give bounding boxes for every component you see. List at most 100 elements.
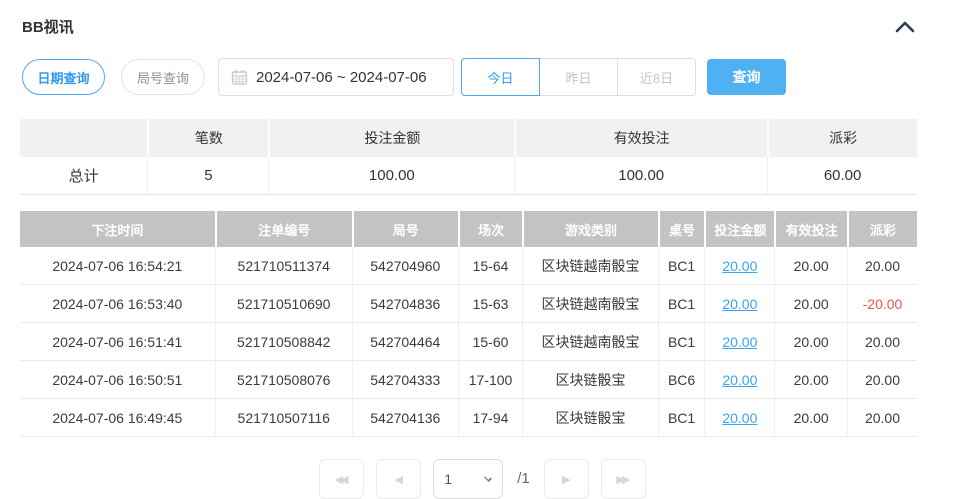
col-bet-id: 注单编号 xyxy=(215,211,352,247)
quick-range-last8days[interactable]: 近8日 xyxy=(617,58,696,96)
cell-bet-amount: 20.00 xyxy=(704,361,774,399)
filter-bar: 日期查询 局号查询 2024-07-06 ~ 2024-07-06 今日 xyxy=(0,58,965,96)
summary-total-label: 总计 xyxy=(20,157,147,195)
first-page-button[interactable]: ◀◀ xyxy=(319,459,364,499)
detail-header-row: 下注时间 注单编号 局号 场次 游戏类别 桌号 投注金额 有效投注 派彩 xyxy=(20,211,917,247)
prev-page-button[interactable]: ◀ xyxy=(376,459,421,499)
col-table-no: 桌号 xyxy=(658,211,705,247)
collapse-button[interactable] xyxy=(893,18,917,36)
next-page-icon: ▶ xyxy=(562,473,567,486)
pagination: ◀◀ ◀ 1 /1 ▶ ▶▶ xyxy=(0,459,965,499)
page-select[interactable]: 1 xyxy=(434,460,502,498)
quick-range-group: 今日 昨日 近8日 xyxy=(461,58,696,96)
cell-payout: 20.00 xyxy=(847,247,917,285)
cell-table-no: BC6 xyxy=(658,361,705,399)
summary-header-count: 笔数 xyxy=(147,119,268,157)
tab-round-query[interactable]: 局号查询 xyxy=(121,59,205,95)
cell-bet-id: 521710508842 xyxy=(215,323,352,361)
col-bet-time: 下注时间 xyxy=(20,211,215,247)
col-game-type: 游戏类别 xyxy=(522,211,657,247)
col-valid-bet: 有效投注 xyxy=(774,211,847,247)
calendar-icon xyxy=(231,69,248,86)
cell-payout: -20.00 xyxy=(847,285,917,323)
prev-page-icon: ◀ xyxy=(395,473,400,486)
last-page-button[interactable]: ▶▶ xyxy=(601,459,646,499)
panel-title: BB视讯 xyxy=(22,16,74,37)
table-row: 2024-07-06 16:54:21 521710511374 5427049… xyxy=(20,247,917,285)
bet-amount-link[interactable]: 20.00 xyxy=(722,410,757,426)
date-range-value: 2024-07-06 ~ 2024-07-06 xyxy=(256,69,427,86)
bet-amount-link[interactable]: 20.00 xyxy=(722,372,757,388)
summary-total-payout: 60.00 xyxy=(767,157,917,195)
col-session: 场次 xyxy=(458,211,523,247)
bet-amount-link[interactable]: 20.00 xyxy=(722,258,757,274)
summary-header-valid-bet: 有效投注 xyxy=(514,119,767,157)
cell-bet-id: 521710511374 xyxy=(215,247,352,285)
bet-amount-link[interactable]: 20.00 xyxy=(722,296,757,312)
tab-date-query[interactable]: 日期查询 xyxy=(22,59,105,95)
table-row: 2024-07-06 16:53:40 521710510690 5427048… xyxy=(20,285,917,323)
cell-game-type: 区块链骰宝 xyxy=(522,399,657,437)
cell-payout: 20.00 xyxy=(847,361,917,399)
page-select-wrap: 1 xyxy=(433,459,503,499)
bet-records-table: 下注时间 注单编号 局号 场次 游戏类别 桌号 投注金额 有效投注 派彩 202… xyxy=(20,211,917,437)
cell-round: 542704836 xyxy=(352,285,458,323)
cell-session: 15-60 xyxy=(458,323,523,361)
quick-range-today[interactable]: 今日 xyxy=(461,58,540,96)
query-button[interactable]: 查询 xyxy=(707,59,786,95)
first-page-icon: ◀◀ xyxy=(335,473,346,486)
cell-round: 542704960 xyxy=(352,247,458,285)
cell-table-no: BC1 xyxy=(658,399,705,437)
cell-table-no: BC1 xyxy=(658,247,705,285)
cell-table-no: BC1 xyxy=(658,285,705,323)
cell-bet-time: 2024-07-06 16:51:41 xyxy=(20,323,215,361)
cell-bet-amount: 20.00 xyxy=(704,399,774,437)
quick-range-yesterday[interactable]: 昨日 xyxy=(539,58,618,96)
cell-valid-bet: 20.00 xyxy=(774,361,847,399)
cell-game-type: 区块链越南骰宝 xyxy=(522,247,657,285)
cell-session: 15-64 xyxy=(458,247,523,285)
cell-session: 15-63 xyxy=(458,285,523,323)
summary-header-row: 笔数 投注金额 有效投注 派彩 xyxy=(20,119,917,157)
col-payout: 派彩 xyxy=(847,211,917,247)
cell-bet-time: 2024-07-06 16:54:21 xyxy=(20,247,215,285)
cell-bet-amount: 20.00 xyxy=(704,323,774,361)
summary-total-count: 5 xyxy=(147,157,268,195)
cell-bet-time: 2024-07-06 16:50:51 xyxy=(20,361,215,399)
cell-session: 17-100 xyxy=(458,361,523,399)
cell-valid-bet: 20.00 xyxy=(774,247,847,285)
cell-payout: 20.00 xyxy=(847,323,917,361)
cell-session: 17-94 xyxy=(458,399,523,437)
cell-bet-id: 521710507116 xyxy=(215,399,352,437)
col-round: 局号 xyxy=(352,211,458,247)
table-row: 2024-07-06 16:50:51 521710508076 5427043… xyxy=(20,361,917,399)
cell-game-type: 区块链越南骰宝 xyxy=(522,323,657,361)
chevron-up-icon xyxy=(895,22,915,37)
cell-valid-bet: 20.00 xyxy=(774,285,847,323)
panel-header: BB视讯 xyxy=(0,0,965,37)
total-pages-label: /1 xyxy=(517,459,530,499)
next-page-button[interactable]: ▶ xyxy=(544,459,589,499)
cell-bet-time: 2024-07-06 16:53:40 xyxy=(20,285,215,323)
cell-bet-time: 2024-07-06 16:49:45 xyxy=(20,399,215,437)
bet-amount-link[interactable]: 20.00 xyxy=(722,334,757,350)
summary-total-bet-amount: 100.00 xyxy=(268,157,514,195)
summary-total-valid-bet: 100.00 xyxy=(514,157,767,195)
cell-game-type: 区块链骰宝 xyxy=(522,361,657,399)
bb-video-panel: BB视讯 日期查询 局号查询 xyxy=(0,0,965,495)
cell-valid-bet: 20.00 xyxy=(774,323,847,361)
cell-bet-id: 521710510690 xyxy=(215,285,352,323)
col-bet-amount: 投注金额 xyxy=(704,211,774,247)
last-page-icon: ▶▶ xyxy=(616,473,627,486)
cell-valid-bet: 20.00 xyxy=(774,399,847,437)
cell-round: 542704464 xyxy=(352,323,458,361)
cell-bet-amount: 20.00 xyxy=(704,247,774,285)
table-row: 2024-07-06 16:51:41 521710508842 5427044… xyxy=(20,323,917,361)
cell-bet-id: 521710508076 xyxy=(215,361,352,399)
date-range-input[interactable]: 2024-07-06 ~ 2024-07-06 xyxy=(218,58,454,96)
table-row: 2024-07-06 16:49:45 521710507116 5427041… xyxy=(20,399,917,437)
summary-header-blank xyxy=(20,119,147,157)
cell-round: 542704333 xyxy=(352,361,458,399)
summary-header-payout: 派彩 xyxy=(767,119,917,157)
cell-round: 542704136 xyxy=(352,399,458,437)
